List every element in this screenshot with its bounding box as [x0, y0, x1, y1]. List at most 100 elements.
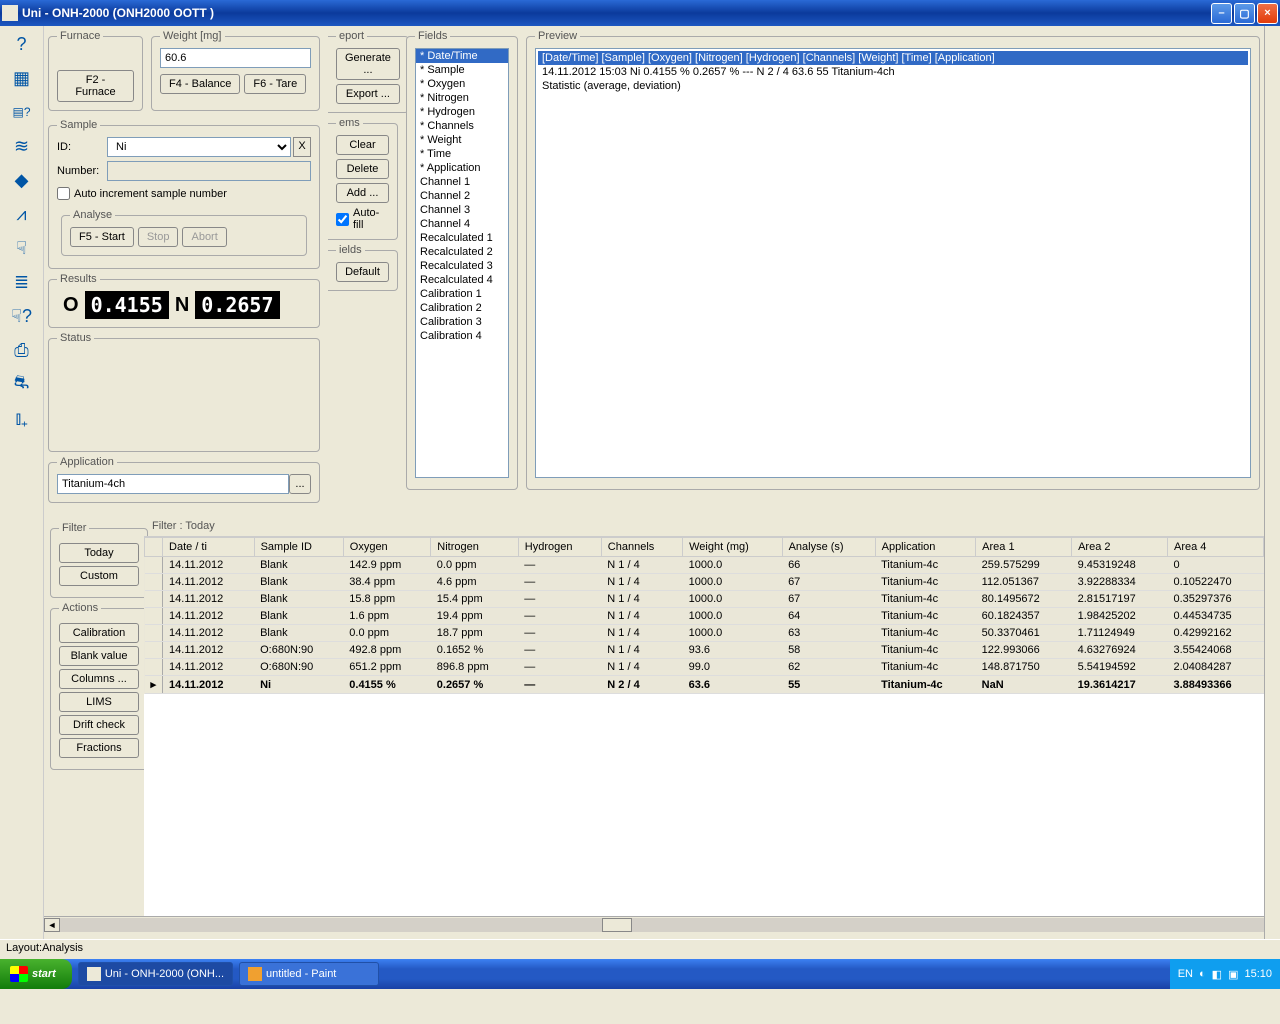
doc-help-icon[interactable]: ▤?: [9, 100, 35, 124]
grid-icon[interactable]: ▦: [9, 66, 35, 90]
field-item[interactable]: Recalculated 2: [416, 245, 508, 259]
field-item[interactable]: * Hydrogen: [416, 105, 508, 119]
fractions-button[interactable]: Fractions: [59, 738, 139, 758]
row-header[interactable]: [145, 642, 163, 659]
column-header[interactable]: Nitrogen: [431, 538, 519, 557]
weight-input[interactable]: [160, 48, 311, 68]
delete-button[interactable]: Delete: [336, 159, 389, 179]
field-item[interactable]: Channel 1: [416, 175, 508, 189]
add-button[interactable]: Add ...: [336, 183, 389, 203]
auto-increment-checkbox[interactable]: Auto increment sample number: [57, 187, 227, 200]
field-item[interactable]: * Weight: [416, 133, 508, 147]
close-button[interactable]: ×: [1257, 3, 1278, 24]
blank-value-button[interactable]: Blank value: [59, 646, 139, 666]
field-item[interactable]: * Channels: [416, 119, 508, 133]
vertical-scrollbar[interactable]: [1264, 26, 1280, 939]
column-header[interactable]: Area 2: [1072, 538, 1168, 557]
row-header[interactable]: [145, 625, 163, 642]
field-item[interactable]: Channel 4: [416, 217, 508, 231]
curve-icon[interactable]: ⩘: [9, 202, 35, 226]
printer-icon[interactable]: ⎙: [9, 338, 35, 362]
clock[interactable]: 15:10: [1244, 968, 1272, 980]
row-header[interactable]: [145, 557, 163, 574]
taskbar-item-uni[interactable]: Uni - ONH-2000 (ONH...: [78, 962, 233, 986]
car-icon[interactable]: ⛐: [9, 372, 35, 396]
field-item[interactable]: * Time: [416, 147, 508, 161]
scroll-left-icon[interactable]: ◄: [44, 918, 60, 932]
row-header[interactable]: [145, 608, 163, 625]
maximize-button[interactable]: ▢: [1234, 3, 1255, 24]
tray-icon[interactable]: ◐: [1199, 968, 1206, 980]
abort-button[interactable]: Abort: [182, 227, 226, 247]
minimize-button[interactable]: –: [1211, 3, 1232, 24]
taskbar-item-paint[interactable]: untitled - Paint: [239, 962, 379, 986]
tray-icon[interactable]: ▣: [1228, 968, 1238, 981]
column-header[interactable]: [145, 538, 163, 557]
row-header[interactable]: ▸: [145, 676, 163, 694]
field-item[interactable]: * Date/Time: [416, 49, 508, 63]
language-indicator[interactable]: EN: [1178, 968, 1193, 980]
start-button[interactable]: F5 - Start: [70, 227, 134, 247]
calibration-button[interactable]: Calibration: [59, 623, 139, 643]
row-header[interactable]: [145, 659, 163, 676]
row-header[interactable]: [145, 574, 163, 591]
default-button[interactable]: Default: [336, 262, 389, 282]
lines-icon[interactable]: ≣: [9, 270, 35, 294]
help-icon[interactable]: ?: [9, 32, 35, 56]
lims-button[interactable]: LIMS: [59, 692, 139, 712]
today-button[interactable]: Today: [59, 543, 139, 563]
custom-button[interactable]: Custom: [59, 566, 139, 586]
waves-icon[interactable]: ≋: [9, 134, 35, 158]
field-item[interactable]: * Oxygen: [416, 77, 508, 91]
field-item[interactable]: * Application: [416, 161, 508, 175]
field-item[interactable]: Channel 3: [416, 203, 508, 217]
clear-button[interactable]: Clear: [336, 135, 389, 155]
column-header[interactable]: Oxygen: [343, 538, 431, 557]
field-item[interactable]: * Sample: [416, 63, 508, 77]
column-header[interactable]: Hydrogen: [518, 538, 601, 557]
field-item[interactable]: Calibration 3: [416, 315, 508, 329]
field-item[interactable]: Calibration 1: [416, 287, 508, 301]
column-header[interactable]: Application: [875, 538, 976, 557]
field-item[interactable]: Calibration 2: [416, 301, 508, 315]
field-item[interactable]: Recalculated 1: [416, 231, 508, 245]
columns-button[interactable]: Columns ...: [59, 669, 139, 689]
results-table[interactable]: Date / tiSample IDOxygenNitrogenHydrogen…: [144, 537, 1264, 916]
row-header[interactable]: [145, 591, 163, 608]
generate-button[interactable]: Generate ...: [336, 48, 400, 80]
table-cell: N 1 / 4: [601, 591, 682, 608]
sample-id-select[interactable]: Ni: [107, 137, 291, 157]
column-header[interactable]: Weight (mg): [683, 538, 782, 557]
start-button[interactable]: start: [0, 959, 72, 989]
sample-number-input[interactable]: [107, 161, 311, 181]
hand2-icon[interactable]: ☟?: [9, 304, 35, 328]
column-header[interactable]: Date / ti: [163, 538, 255, 557]
application-input[interactable]: [57, 474, 289, 494]
column-header[interactable]: Analyse (s): [782, 538, 875, 557]
column-header[interactable]: Sample ID: [254, 538, 343, 557]
system-tray[interactable]: EN ◐ ◧ ▣ 15:10: [1170, 959, 1280, 989]
horizontal-scrollbar[interactable]: ◄ ►: [44, 916, 1280, 932]
field-item[interactable]: Calibration 4: [416, 329, 508, 343]
column-header[interactable]: Channels: [601, 538, 682, 557]
balance-button[interactable]: F4 - Balance: [160, 74, 240, 94]
field-item[interactable]: * Nitrogen: [416, 91, 508, 105]
column-header[interactable]: Area 1: [976, 538, 1072, 557]
hand-icon[interactable]: ☟: [9, 236, 35, 260]
diamond-icon[interactable]: ◆: [9, 168, 35, 192]
field-item[interactable]: Channel 2: [416, 189, 508, 203]
furnace-button[interactable]: F2 - Furnace: [57, 70, 134, 102]
tray-icon[interactable]: ◧: [1212, 968, 1222, 981]
export-button[interactable]: Export ...: [336, 84, 400, 104]
stop-button[interactable]: Stop: [138, 227, 179, 247]
drift-check-button[interactable]: Drift check: [59, 715, 139, 735]
field-item[interactable]: Recalculated 4: [416, 273, 508, 287]
application-browse-button[interactable]: ...: [289, 474, 311, 494]
clear-id-button[interactable]: X: [293, 137, 311, 157]
column-header[interactable]: Area 4: [1167, 538, 1263, 557]
tare-button[interactable]: F6 - Tare: [244, 74, 306, 94]
autofill-checkbox[interactable]: Auto-fill: [336, 207, 389, 231]
field-item[interactable]: Recalculated 3: [416, 259, 508, 273]
chart-icon[interactable]: ⫾₊: [9, 406, 35, 430]
fields-list[interactable]: * Date/Time* Sample* Oxygen* Nitrogen* H…: [415, 48, 509, 478]
